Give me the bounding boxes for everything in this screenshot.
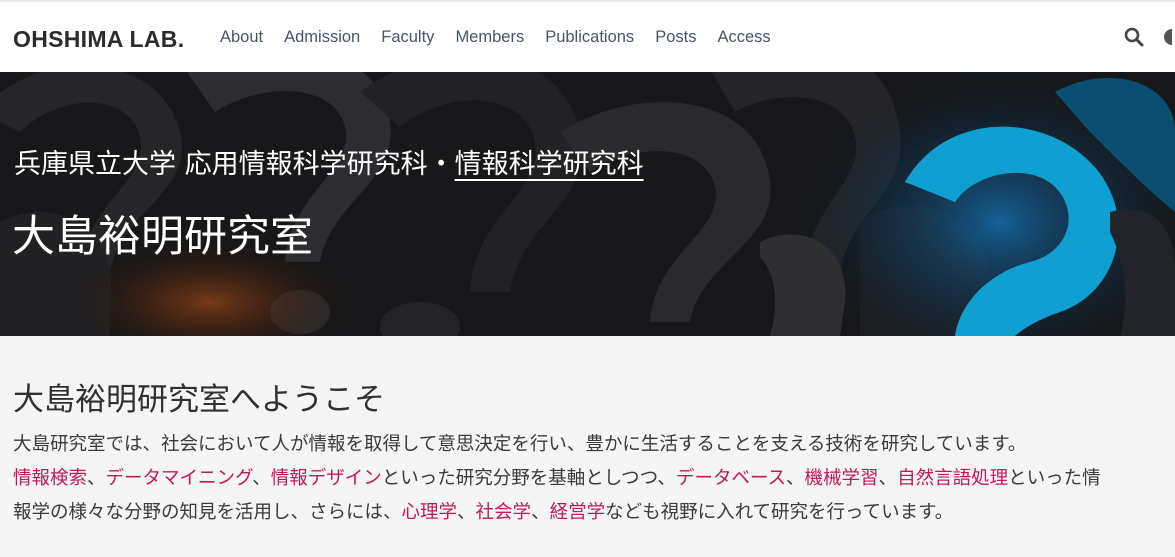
welcome-heading: 大島裕明研究室へようこそ [13,382,385,418]
keyword-link[interactable]: データベース [676,468,786,489]
welcome-line-1: 大島研究室では、社会において人が情報を取得して意思決定を行い、豊かに生活すること… [13,434,1027,455]
separator: 、 [457,502,476,523]
welcome-section: 大島裕明研究室へようこそ 大島研究室では、社会において人が情報を取得して意思決定… [0,336,1175,557]
nav-link-publications[interactable]: Publications [545,28,634,47]
welcome-text: なども視野に入れて研究を行っています。 [605,502,954,523]
welcome-line-3: 報学の様々な分野の知見を活用し、さらには、心理学、社会学、経営学なども視野に入れ… [13,496,1173,530]
keyword-link[interactable]: 情報デザイン [271,468,382,489]
search-icon[interactable] [1124,27,1144,47]
nav-link-access[interactable]: Access [717,28,770,47]
welcome-text: 報学の様々な分野の知見を活用し、さらには、 [13,502,402,523]
keyword-link[interactable]: 経営学 [550,502,606,523]
hero-subtitle-prefix: 兵庫県立大学 応用情報科学研究科・ [14,149,455,180]
top-navbar: OHSHIMA LAB. About Admission Faculty Mem… [0,0,1175,72]
welcome-text: といった情 [1008,468,1101,489]
nav-link-members[interactable]: Members [455,28,524,47]
hero-subtitle: 兵庫県立大学 応用情報科学研究科・情報科学研究科 [14,142,644,181]
keyword-link[interactable]: 社会学 [476,502,532,523]
nav-links: About Admission Faculty Members Publicat… [220,28,792,47]
half-moon-icon[interactable] [1163,28,1175,46]
hero-title: 大島裕明研究室 [12,212,313,262]
keyword-link[interactable]: 自然言語処理 [897,468,1008,489]
nav-link-posts[interactable]: Posts [655,28,696,47]
site-brand[interactable]: OHSHIMA LAB. [13,26,184,53]
nav-link-faculty[interactable]: Faculty [381,28,434,47]
keyword-link[interactable]: 情報検索 [13,468,87,489]
nav-link-admission[interactable]: Admission [284,28,360,47]
separator: 、 [531,502,550,523]
keyword-link[interactable]: 機械学習 [805,468,879,489]
keyword-link[interactable]: 心理学 [402,502,458,523]
separator: 、 [252,468,271,489]
keyword-link[interactable]: データマイニング [106,468,253,489]
separator: 、 [87,468,106,489]
separator: 、 [878,468,898,489]
welcome-line-2: 情報検索、データマイニング、情報デザインといった研究分野を基軸としつつ、データベ… [13,462,1173,496]
hero-subtitle-link[interactable]: 情報科学研究科 [455,149,644,180]
hero-banner: 兵庫県立大学 応用情報科学研究科・情報科学研究科 大島裕明研究室 [0,72,1175,336]
welcome-text: といった研究分野を基軸としつつ、 [381,468,676,489]
separator: 、 [786,468,805,489]
welcome-paragraph: 大島研究室では、社会において人が情報を取得して意思決定を行い、豊かに生活すること… [13,428,1173,530]
nav-link-about[interactable]: About [220,28,263,47]
